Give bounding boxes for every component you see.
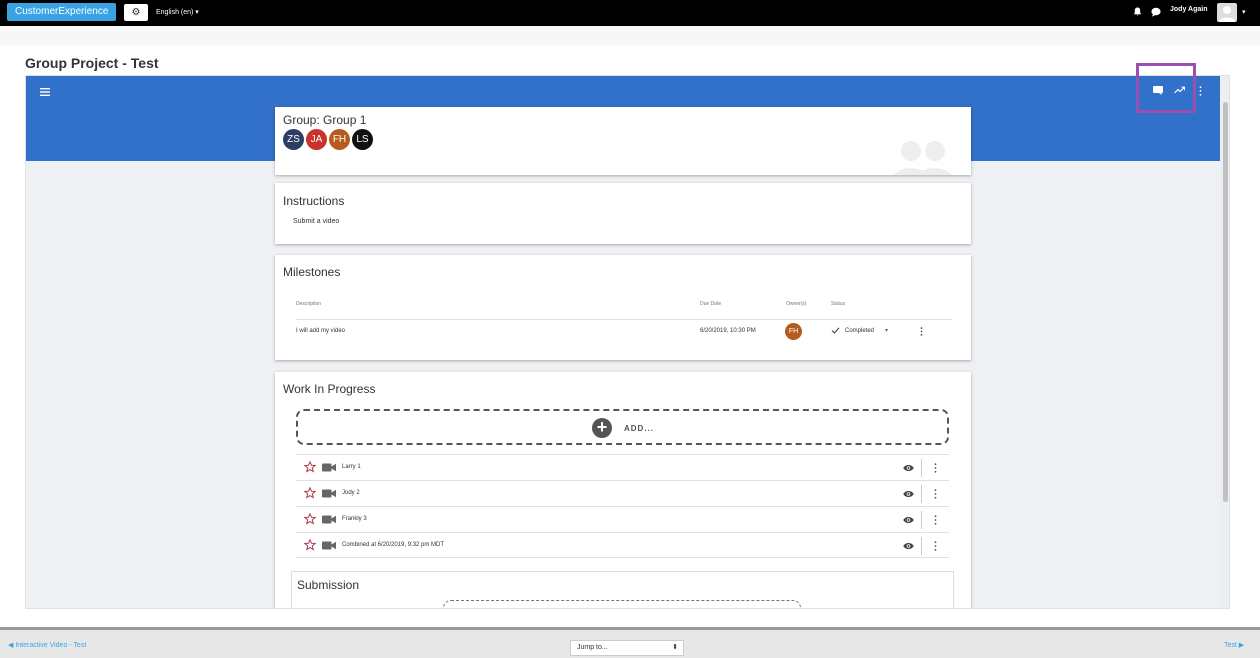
item-title: Jody 2 — [342, 490, 360, 496]
col-owners: Owner(s) — [786, 301, 807, 307]
plus-circle-icon: + — [592, 418, 612, 438]
brand-button[interactable]: CustomerExperience — [7, 3, 117, 21]
member-avatar[interactable]: ZS — [283, 129, 304, 150]
milestone-due-date: 6/20/2019, 10:30 PM — [700, 328, 756, 334]
videocam-icon — [322, 489, 336, 498]
divider — [921, 485, 922, 503]
user-silhouette-icon — [1219, 6, 1235, 22]
more-vert-icon[interactable] — [934, 541, 937, 551]
member-avatar[interactable]: LS — [352, 129, 373, 150]
member-avatar[interactable]: JA — [306, 129, 327, 150]
submission-drop-area[interactable] — [443, 600, 801, 608]
check-icon — [831, 327, 840, 334]
scrollbar-thumb[interactable] — [1223, 102, 1228, 502]
more-vert-icon[interactable] — [934, 463, 937, 473]
divider — [921, 511, 922, 529]
instructions-text: Submit a video — [293, 218, 340, 225]
divider — [921, 537, 922, 555]
visibility-icon[interactable] — [903, 490, 914, 498]
list-item[interactable]: Larry 1 — [296, 454, 949, 480]
milestones-card: Milestones Description Due Date Owner(s)… — [275, 255, 971, 360]
videocam-icon — [322, 541, 336, 550]
list-item[interactable]: Jody 2 — [296, 480, 949, 506]
add-button[interactable]: + ADD... — [296, 409, 949, 445]
divider — [296, 319, 952, 320]
submission-card: Submission — [291, 571, 954, 608]
page-title: Group Project - Test — [25, 55, 159, 71]
item-title: Combined at 6/20/2019, 9:32 pm MDT — [342, 542, 445, 548]
wip-card: Work In Progress + ADD... Larry 1 Jody 2… — [275, 372, 971, 608]
submission-title: Submission — [297, 578, 360, 592]
divider — [921, 459, 922, 477]
item-title: Larry 1 — [342, 464, 361, 470]
language-selector[interactable]: English (en) ▾ — [156, 8, 199, 16]
visibility-icon[interactable] — [903, 542, 914, 550]
milestones-title: Milestones — [283, 265, 341, 279]
activity-navigation-bar: ◀ Interactive Video - Test Jump to... ⬍ … — [0, 627, 1260, 658]
add-label: ADD... — [624, 424, 654, 433]
sub-header-strip — [0, 26, 1260, 45]
star-outline-icon[interactable] — [304, 539, 316, 551]
scrollbar[interactable] — [1220, 76, 1229, 608]
chevron-down-icon: ▾ — [885, 328, 889, 334]
col-due-date: Due Date — [700, 301, 722, 307]
item-title: Frankly 3 — [342, 516, 367, 522]
visibility-icon[interactable] — [903, 516, 914, 524]
instructions-title: Instructions — [283, 194, 345, 208]
activity-frame: Group: Group 1 ZS JA FH LS Instructions Sub… — [25, 75, 1230, 609]
list-item[interactable]: Frankly 3 — [296, 506, 949, 532]
user-avatar[interactable] — [1217, 3, 1237, 22]
more-vert-icon[interactable] — [1199, 86, 1202, 96]
top-navbar: CustomerExperience ⚙ English (en) ▾ Jody… — [0, 0, 1260, 26]
col-status: Status — [831, 301, 846, 307]
user-name[interactable]: Jody Again — [1170, 6, 1207, 13]
more-vert-icon[interactable] — [934, 489, 937, 499]
instructions-card: Instructions Submit a video — [275, 183, 971, 244]
user-menu-caret[interactable]: ▾ — [1242, 8, 1246, 16]
jump-to-label: Jump to... — [577, 644, 608, 651]
videocam-icon — [322, 463, 336, 472]
star-outline-icon[interactable] — [304, 461, 316, 473]
group-members: ZS JA FH LS — [283, 129, 375, 150]
group-card: Group: Group 1 ZS JA FH LS — [275, 107, 971, 175]
hamburger-menu-icon[interactable] — [40, 88, 50, 96]
group-watermark-icon — [894, 141, 952, 175]
next-activity-link[interactable]: Test ▶ — [1224, 641, 1244, 649]
star-outline-icon[interactable] — [304, 487, 316, 499]
group-title: Group: Group 1 — [283, 113, 367, 127]
previous-activity-link[interactable]: ◀ Interactive Video - Test — [8, 641, 86, 649]
milestone-description: I will add my video — [296, 328, 346, 334]
chat-icon[interactable] — [1151, 7, 1161, 17]
jump-to-select[interactable]: Jump to... ⬍ — [570, 640, 684, 656]
wip-title: Work In Progress — [283, 382, 376, 396]
member-avatar[interactable]: FH — [329, 129, 350, 150]
videocam-icon — [322, 515, 336, 524]
settings-gear-button[interactable]: ⚙ — [124, 4, 148, 21]
col-description: Description — [296, 301, 322, 307]
owner-avatar[interactable]: FH — [785, 323, 802, 340]
status-label: Completed — [845, 328, 875, 334]
more-vert-icon[interactable] — [920, 327, 923, 336]
more-vert-icon[interactable] — [934, 515, 937, 525]
status-dropdown[interactable]: Completed ▾ — [831, 326, 891, 336]
highlight-annotation-box — [1136, 63, 1196, 113]
visibility-icon[interactable] — [903, 464, 914, 472]
select-arrows-icon: ⬍ — [672, 644, 678, 651]
star-outline-icon[interactable] — [304, 513, 316, 525]
list-item[interactable]: Combined at 6/20/2019, 9:32 pm MDT — [296, 532, 949, 558]
bell-icon[interactable] — [1133, 7, 1142, 16]
